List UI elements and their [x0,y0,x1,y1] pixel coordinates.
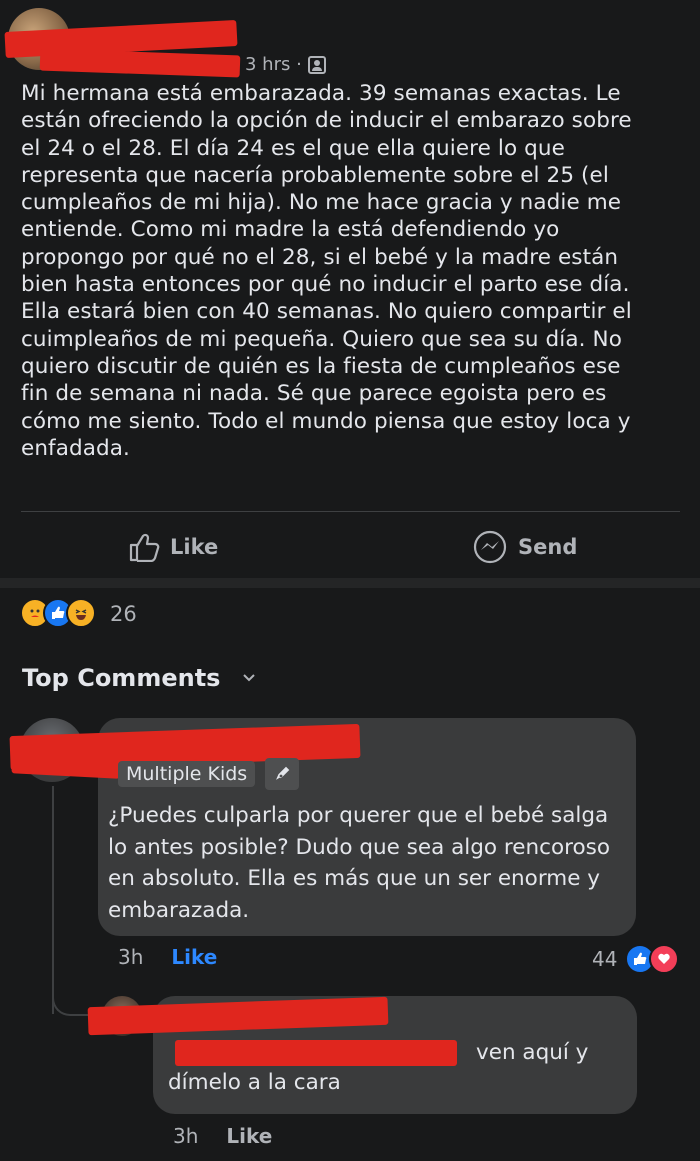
comment-sort-label: Top Comments [22,664,221,692]
like-button[interactable]: Like [128,530,218,564]
post-body-text: Mi hermana está embarazada. 39 semanas e… [21,81,632,461]
thumbs-up-icon [129,533,160,562]
comment-reactions[interactable]: 44 [592,944,680,974]
chevron-down-icon [243,674,256,682]
comment-text: ¿Puedes culparla por querer que el bebé … [108,803,610,923]
redaction-mark [175,1040,457,1066]
reply-meta: 3h Like [173,1124,272,1148]
friends-audience-icon[interactable] [307,55,326,74]
post-timestamp[interactable]: 3 hrs · [245,54,326,75]
comment-reaction-count: 44 [592,947,618,971]
send-button-label: Send [518,535,578,559]
comment-sort-dropdown[interactable]: Top Comments [22,664,256,692]
reply-text-line: dímelo a la cara [168,1070,341,1095]
comment-time[interactable]: 3h [118,945,143,969]
comment-like-button[interactable]: Like [171,945,217,969]
reply-text-line: ven aquí y [476,1040,589,1065]
reaction-count[interactable]: 26 [110,602,137,626]
messenger-icon [473,530,507,564]
reply-time[interactable]: 3h [173,1124,198,1148]
like-button-label: Like [170,535,219,559]
haha-reaction-icon [66,598,96,628]
redaction-mark [11,749,121,779]
comment-meta: 3h Like [118,945,217,969]
love-reaction-icon [649,944,680,974]
pen-icon [265,758,300,790]
section-separator [0,578,700,588]
group-badge[interactable]: Multiple Kids [118,758,300,790]
badge-label: Multiple Kids [118,761,256,787]
post-time[interactable]: 3 hrs · [245,54,302,75]
reply-like-button[interactable]: Like [226,1124,272,1148]
reactions-summary[interactable] [20,598,96,628]
redaction-mark [39,48,241,78]
thread-line [52,786,54,1014]
divider [21,511,680,512]
send-button[interactable]: Send [472,530,577,564]
